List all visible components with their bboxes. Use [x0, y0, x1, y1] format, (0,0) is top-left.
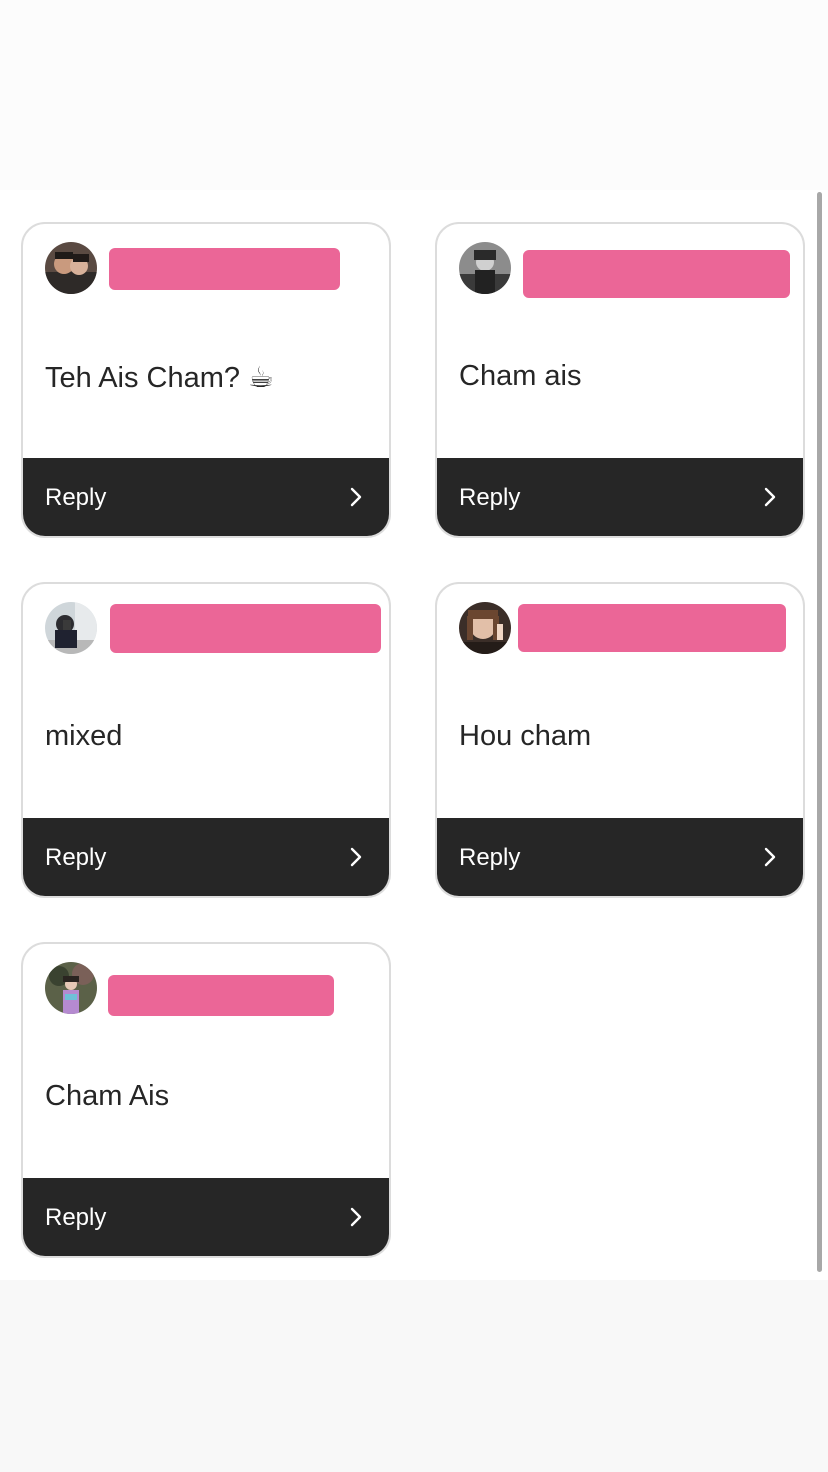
- reply-card: Hou cham Reply: [435, 582, 805, 898]
- reply-message: Cham ais: [459, 360, 582, 392]
- reply-label: Reply: [45, 844, 107, 871]
- redacted-username: [108, 975, 334, 1016]
- top-empty-area: [0, 0, 828, 190]
- reply-card: Teh Ais Cham? ☕ Reply: [21, 222, 391, 538]
- chevron-right-icon: [764, 847, 776, 867]
- redacted-username: [518, 604, 786, 652]
- reply-button[interactable]: Reply: [437, 458, 803, 536]
- reply-card: Cham Ais Reply: [21, 942, 391, 1258]
- user-avatar[interactable]: [459, 602, 511, 654]
- reply-button[interactable]: Reply: [23, 1178, 389, 1256]
- reply-message: Cham Ais: [45, 1080, 170, 1112]
- user-avatar[interactable]: [459, 242, 511, 294]
- reply-button[interactable]: Reply: [23, 818, 389, 896]
- user-avatar[interactable]: [45, 242, 97, 294]
- chevron-right-icon: [350, 487, 362, 507]
- reply-label: Reply: [459, 844, 521, 871]
- reply-message: Hou cham: [459, 720, 592, 752]
- scrollbar[interactable]: [817, 192, 822, 1272]
- chevron-right-icon: [350, 1207, 362, 1227]
- user-avatar[interactable]: [45, 602, 97, 654]
- reply-message: Teh Ais Cham? ☕: [45, 362, 275, 394]
- reply-label: Reply: [45, 484, 107, 511]
- bottom-empty-area: [0, 1280, 828, 1472]
- reply-label: Reply: [45, 1204, 107, 1231]
- redacted-username: [523, 250, 790, 298]
- user-avatar[interactable]: [45, 962, 97, 1014]
- redacted-username: [110, 604, 381, 653]
- reply-card: mixed Reply: [21, 582, 391, 898]
- chevron-right-icon: [350, 847, 362, 867]
- chevron-right-icon: [764, 487, 776, 507]
- reply-button[interactable]: Reply: [23, 458, 389, 536]
- reply-label: Reply: [459, 484, 521, 511]
- redacted-username: [109, 248, 340, 290]
- reply-message: mixed: [45, 720, 123, 752]
- reply-card: Cham ais Reply: [435, 222, 805, 538]
- reply-button[interactable]: Reply: [437, 818, 803, 896]
